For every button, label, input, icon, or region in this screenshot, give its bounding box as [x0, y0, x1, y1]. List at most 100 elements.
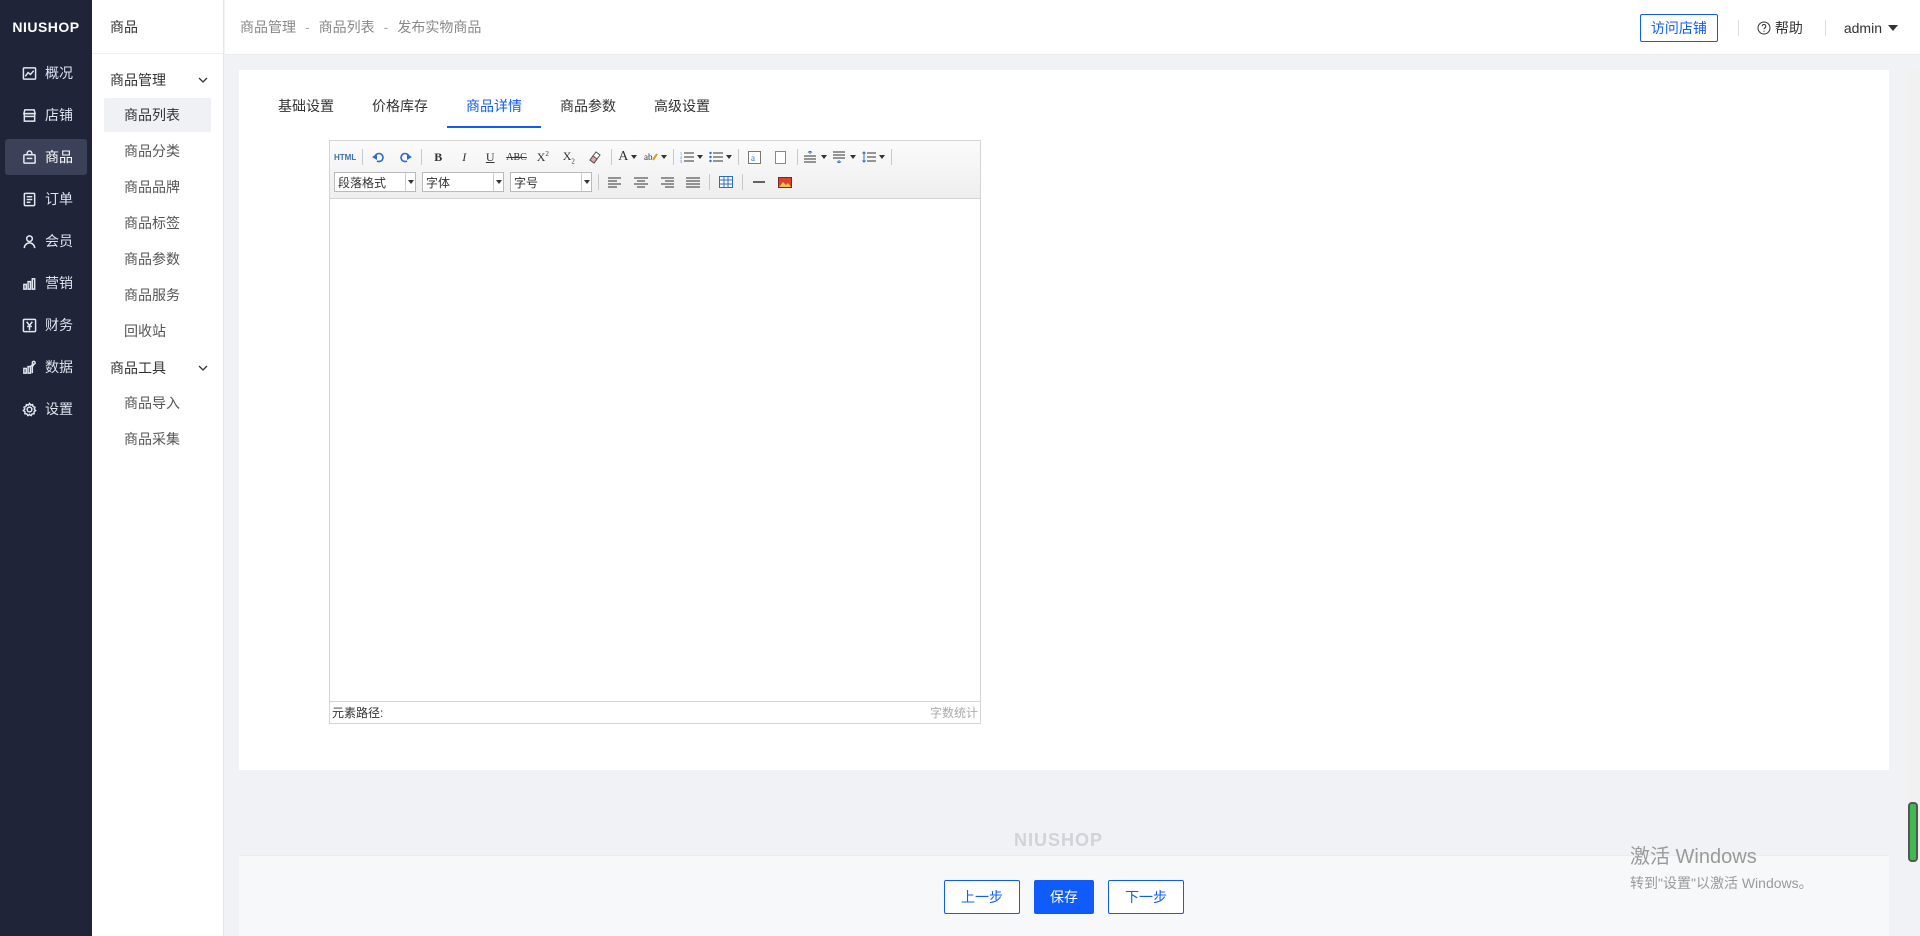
- tab-goods-params[interactable]: 商品参数: [541, 86, 635, 126]
- word-count-label: 字数统计: [929, 706, 978, 720]
- superscript-button[interactable]: X2: [533, 147, 553, 167]
- sub-item-goods-list[interactable]: 商品列表: [104, 98, 211, 132]
- brand-logo: NIUSHOP: [12, 19, 80, 35]
- dropdown-arrow-icon: [405, 173, 415, 191]
- font-size-select[interactable]: 字号: [510, 172, 592, 192]
- next-step-button[interactable]: 下一步: [1108, 880, 1184, 914]
- sub-item-goods-tag[interactable]: 商品标签: [104, 206, 211, 240]
- editor-content-area[interactable]: [330, 199, 980, 701]
- superscript-icon: X2: [536, 149, 549, 164]
- redo-button[interactable]: [395, 147, 415, 167]
- gear-icon: [21, 401, 37, 417]
- undo-button[interactable]: [369, 147, 389, 167]
- paste-text-button[interactable]: [771, 147, 791, 167]
- dropdown-arrow-icon: [696, 155, 703, 159]
- align-justify-icon: [686, 177, 700, 187]
- windows-activation-watermark: 激活 Windows 转到"设置"以激活 Windows。: [1630, 840, 1813, 893]
- subscript-button[interactable]: X2: [559, 147, 579, 167]
- chevron-down-icon: [198, 365, 208, 371]
- link-button[interactable]: a: [745, 147, 765, 167]
- nav-item-goods[interactable]: 商品: [5, 139, 87, 175]
- nav-item-store[interactable]: 店铺: [5, 97, 87, 133]
- dropdown-arrow-icon: [725, 155, 732, 159]
- line-height-button[interactable]: [861, 147, 885, 167]
- tab-price-stock[interactable]: 价格库存: [353, 86, 447, 126]
- toolbar-separator: [362, 149, 364, 165]
- ordered-list-button[interactable]: 123: [680, 147, 703, 167]
- sub-item-recycle-bin[interactable]: 回收站: [104, 314, 211, 348]
- top-header: 商品管理 - 商品列表 - 发布实物商品 访问店铺 帮助 admin: [225, 0, 1920, 55]
- table-icon: [719, 176, 733, 188]
- nav-item-label: 设置: [45, 401, 73, 417]
- tab-advanced-settings[interactable]: 高级设置: [635, 86, 729, 126]
- element-path-label: 元素路径:: [332, 706, 384, 720]
- help-label: 帮助: [1774, 19, 1803, 36]
- nav-item-data[interactable]: 数据: [5, 349, 87, 385]
- toolbar-separator: [610, 149, 612, 165]
- eraser-icon: [589, 151, 601, 164]
- watermark-subtitle: 转到"设置"以激活 Windows。: [1630, 875, 1813, 891]
- font-color-button[interactable]: A: [618, 147, 638, 167]
- font-family-select[interactable]: 字体: [422, 172, 504, 192]
- align-justify-button[interactable]: [683, 172, 703, 192]
- insert-table-button[interactable]: [716, 172, 736, 192]
- align-left-button[interactable]: [605, 172, 625, 192]
- unordered-list-button[interactable]: [709, 147, 732, 167]
- breadcrumb: 商品管理 - 商品列表 - 发布实物商品: [240, 0, 481, 55]
- clear-format-button[interactable]: [585, 147, 605, 167]
- bold-button[interactable]: B: [428, 147, 448, 167]
- tab-goods-detail[interactable]: 商品详情: [447, 86, 541, 128]
- sub-item-goods-brand[interactable]: 商品品牌: [104, 170, 211, 204]
- sub-sidebar: 商品 商品管理 商品列表 商品分类 商品品牌 商品标签 商品参数 商品服务 回收…: [92, 0, 224, 936]
- sub-item-goods-import[interactable]: 商品导入: [104, 386, 211, 420]
- background-color-button[interactable]: ab: [644, 147, 667, 167]
- align-center-button[interactable]: [631, 172, 651, 192]
- underline-button[interactable]: U: [480, 147, 500, 167]
- sub-group-goods-management[interactable]: 商品管理: [92, 62, 223, 98]
- html-source-button[interactable]: HTML: [334, 147, 356, 167]
- visit-store-button[interactable]: 访问店铺: [1639, 13, 1718, 42]
- nav-item-overview[interactable]: 概况: [5, 55, 87, 91]
- tab-basic-settings[interactable]: 基础设置: [259, 86, 353, 126]
- unordered-list-icon: [709, 151, 723, 163]
- paragraph-spacing-top-button[interactable]: [803, 147, 827, 167]
- horizontal-rule-button[interactable]: [749, 172, 769, 192]
- nav-item-members[interactable]: 会员: [5, 223, 87, 259]
- nav-item-label: 订单: [45, 191, 73, 207]
- breadcrumb-item[interactable]: 商品列表: [319, 19, 375, 35]
- paragraph-spacing-bottom-button[interactable]: [832, 147, 856, 167]
- nav-item-finance[interactable]: 财务: [5, 307, 87, 343]
- breadcrumb-item[interactable]: 商品管理: [240, 19, 296, 35]
- sub-group-goods-tools[interactable]: 商品工具: [92, 350, 223, 386]
- horizontal-rule-icon: [753, 181, 765, 183]
- nav-item-label: 财务: [45, 317, 73, 333]
- strikethrough-button[interactable]: ABC: [506, 147, 527, 167]
- nav-item-marketing[interactable]: 营销: [5, 265, 87, 301]
- scrollbar-thumb[interactable]: [1908, 802, 1918, 862]
- save-button[interactable]: 保存: [1034, 880, 1094, 914]
- align-right-button[interactable]: [657, 172, 677, 192]
- nav-item-orders[interactable]: 订单: [5, 181, 87, 217]
- prev-step-button[interactable]: 上一步: [944, 880, 1020, 914]
- line-height-icon: [861, 151, 876, 163]
- sub-item-goods-category[interactable]: 商品分类: [104, 134, 211, 168]
- nav-item-label: 会员: [45, 233, 73, 249]
- user-menu[interactable]: admin: [1844, 20, 1898, 36]
- toolbar-separator: [598, 174, 599, 190]
- sub-item-goods-params[interactable]: 商品参数: [104, 242, 211, 276]
- paragraph-format-select[interactable]: 段落格式: [334, 172, 416, 192]
- breadcrumb-separator: -: [305, 19, 310, 35]
- toolbar-separator: [672, 149, 674, 165]
- insert-image-button[interactable]: [775, 172, 795, 192]
- help-link[interactable]: 帮助: [1757, 18, 1803, 38]
- page-scrollbar[interactable]: [1906, 70, 1920, 862]
- toolbar-separator: [796, 149, 798, 165]
- italic-button[interactable]: I: [454, 147, 474, 167]
- nav-item-settings[interactable]: 设置: [5, 391, 87, 427]
- sub-item-goods-collect[interactable]: 商品采集: [104, 422, 211, 456]
- sub-item-goods-service[interactable]: 商品服务: [104, 278, 211, 312]
- help-circle-icon: [1757, 21, 1771, 34]
- strikethrough-icon: ABC: [506, 151, 527, 163]
- sub-group-label: 商品工具: [110, 360, 166, 376]
- rich-text-editor: HTML B I U ABC X2 X2 A ab 123 a 段落格式 字体 …: [329, 140, 981, 724]
